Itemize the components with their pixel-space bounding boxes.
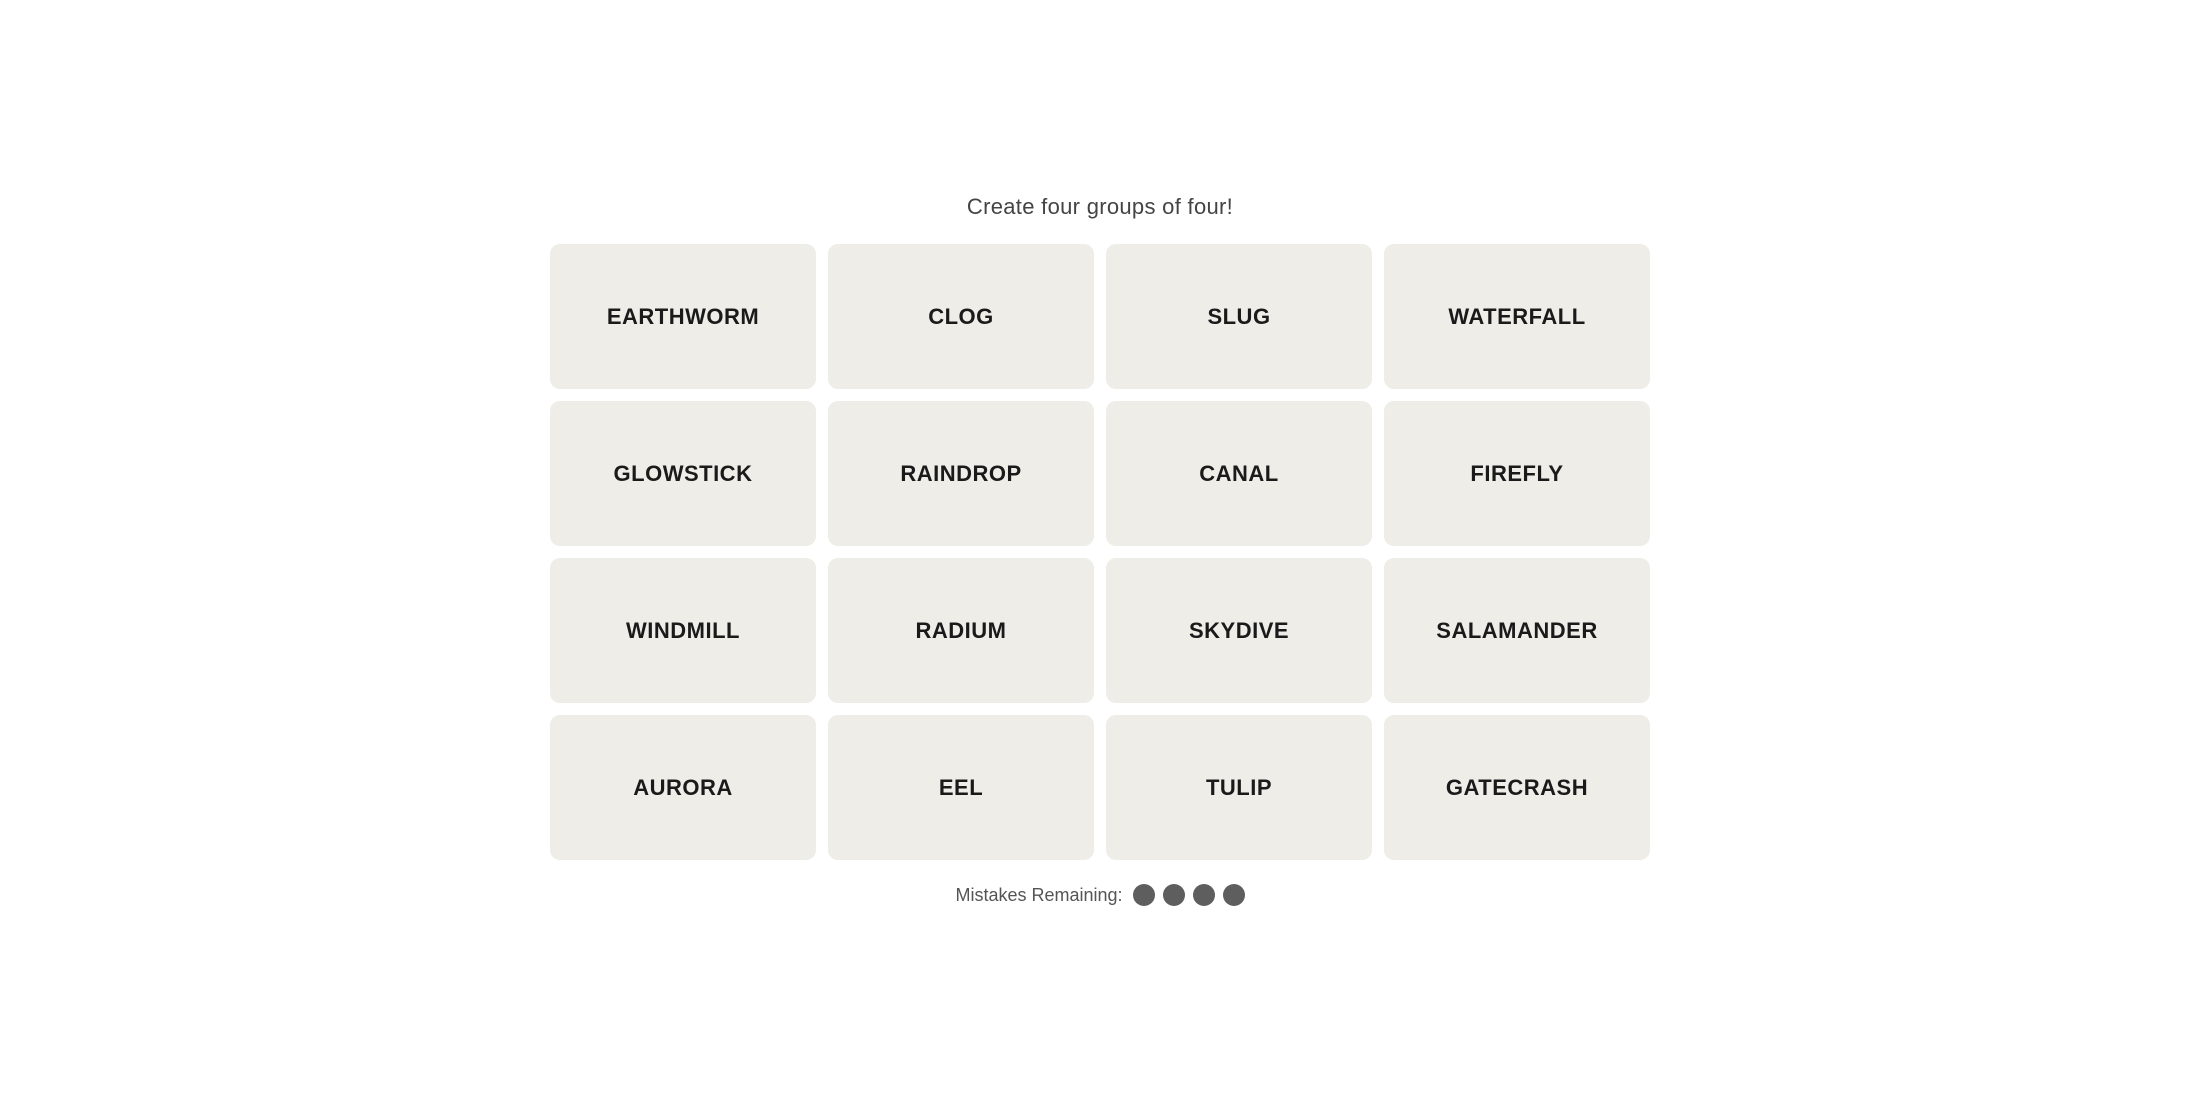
tile-label-canal: CANAL bbox=[1199, 461, 1279, 487]
tile-clog[interactable]: CLOG bbox=[828, 244, 1094, 389]
tile-label-aurora: AURORA bbox=[633, 775, 733, 801]
tile-label-slug: SLUG bbox=[1207, 304, 1270, 330]
tile-label-earthworm: EARTHWORM bbox=[607, 304, 759, 330]
tile-label-raindrop: RAINDROP bbox=[900, 461, 1021, 487]
tile-slug[interactable]: SLUG bbox=[1106, 244, 1372, 389]
tile-label-tulip: TULIP bbox=[1206, 775, 1272, 801]
mistake-dot-1 bbox=[1133, 884, 1155, 906]
tile-radium[interactable]: RADIUM bbox=[828, 558, 1094, 703]
tile-gatecrash[interactable]: GATECRASH bbox=[1384, 715, 1650, 860]
tile-label-waterfall: WATERFALL bbox=[1448, 304, 1585, 330]
mistakes-row: Mistakes Remaining: bbox=[955, 884, 1244, 906]
tile-label-clog: CLOG bbox=[928, 304, 994, 330]
mistakes-dots bbox=[1133, 884, 1245, 906]
tile-label-eel: EEL bbox=[939, 775, 983, 801]
tile-eel[interactable]: EEL bbox=[828, 715, 1094, 860]
tile-label-windmill: WINDMILL bbox=[626, 618, 740, 644]
tile-skydive[interactable]: SKYDIVE bbox=[1106, 558, 1372, 703]
tile-canal[interactable]: CANAL bbox=[1106, 401, 1372, 546]
tile-label-firefly: FIREFLY bbox=[1470, 461, 1563, 487]
tile-salamander[interactable]: SALAMANDER bbox=[1384, 558, 1650, 703]
tile-earthworm[interactable]: EARTHWORM bbox=[550, 244, 816, 389]
tile-label-glowstick: GLOWSTICK bbox=[614, 461, 753, 487]
tile-label-radium: RADIUM bbox=[916, 618, 1007, 644]
tile-waterfall[interactable]: WATERFALL bbox=[1384, 244, 1650, 389]
tile-grid: EARTHWORM CLOG SLUG WATERFALL GLOWSTICK RAIND… bbox=[550, 244, 1650, 860]
mistakes-label: Mistakes Remaining: bbox=[955, 885, 1122, 906]
tile-label-gatecrash: GATECRASH bbox=[1446, 775, 1588, 801]
mistake-dot-4 bbox=[1223, 884, 1245, 906]
tile-tulip[interactable]: TULIP bbox=[1106, 715, 1372, 860]
game-container: Create four groups of four! EARTHWORM CLO… bbox=[550, 194, 1650, 906]
tile-aurora[interactable]: AURORA bbox=[550, 715, 816, 860]
mistake-dot-3 bbox=[1193, 884, 1215, 906]
tile-label-salamander: SALAMANDER bbox=[1436, 618, 1597, 644]
tile-label-skydive: SKYDIVE bbox=[1189, 618, 1289, 644]
subtitle: Create four groups of four! bbox=[967, 194, 1233, 220]
tile-windmill[interactable]: WINDMILL bbox=[550, 558, 816, 703]
tile-raindrop[interactable]: RAINDROP bbox=[828, 401, 1094, 546]
tile-glowstick[interactable]: GLOWSTICK bbox=[550, 401, 816, 546]
mistake-dot-2 bbox=[1163, 884, 1185, 906]
tile-firefly[interactable]: FIREFLY bbox=[1384, 401, 1650, 546]
